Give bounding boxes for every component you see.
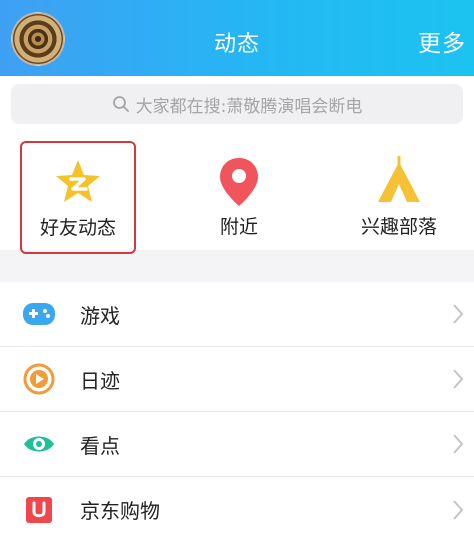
jd-bag-icon bbox=[22, 493, 56, 527]
list-item-daily-trace[interactable]: 日迹 bbox=[0, 347, 474, 412]
search-bar-area: 大家都在搜:萧敬腾演唱会断电 bbox=[0, 76, 474, 132]
list-item-label: 游戏 bbox=[80, 303, 120, 328]
friends-feed-entry[interactable]: 好友动态 bbox=[20, 141, 136, 254]
gamepad-icon bbox=[22, 297, 56, 331]
search-input[interactable]: 大家都在搜:萧敬腾演唱会断电 bbox=[11, 84, 463, 124]
location-pin-icon bbox=[217, 156, 261, 212]
eye-icon bbox=[22, 427, 56, 461]
list-item-label: 京东购物 bbox=[80, 499, 160, 523]
interest-tribe-label: 兴趣部落 bbox=[360, 216, 437, 238]
star-badge-icon bbox=[53, 157, 103, 211]
nearby-entry[interactable]: 附近 bbox=[180, 142, 298, 252]
nearby-label: 附近 bbox=[219, 216, 258, 238]
chevron-right-icon bbox=[453, 304, 464, 324]
list-item-label: 日迹 bbox=[80, 368, 120, 393]
search-icon bbox=[112, 96, 129, 112]
play-circle-icon bbox=[22, 362, 56, 396]
quick-entry-panel: 好友动态 附近 兴趣部落 bbox=[0, 132, 474, 254]
page-title: 动态 bbox=[213, 32, 260, 57]
interest-tribe-entry[interactable]: 兴趣部落 bbox=[340, 142, 458, 252]
search-placeholder: 大家都在搜:萧敬腾演唱会断电 bbox=[135, 96, 363, 117]
friends-feed-label: 好友动态 bbox=[39, 217, 116, 239]
list-item-games[interactable]: 游戏 bbox=[0, 282, 474, 347]
tent-icon bbox=[374, 155, 424, 210]
top-bar: 动态 更多 bbox=[0, 0, 474, 76]
list-item-jd-shopping[interactable]: 京东购物 bbox=[0, 477, 474, 539]
chevron-right-icon bbox=[453, 434, 464, 454]
chevron-right-icon bbox=[453, 499, 464, 520]
chevron-right-icon bbox=[453, 369, 464, 389]
list-item-label: 看点 bbox=[80, 433, 120, 458]
list-item-highlights[interactable]: 看点 bbox=[0, 412, 474, 477]
more-button[interactable]: 更多 bbox=[418, 24, 466, 58]
feature-list: 游戏 日迹 看点 京东购物 bbox=[0, 282, 474, 539]
